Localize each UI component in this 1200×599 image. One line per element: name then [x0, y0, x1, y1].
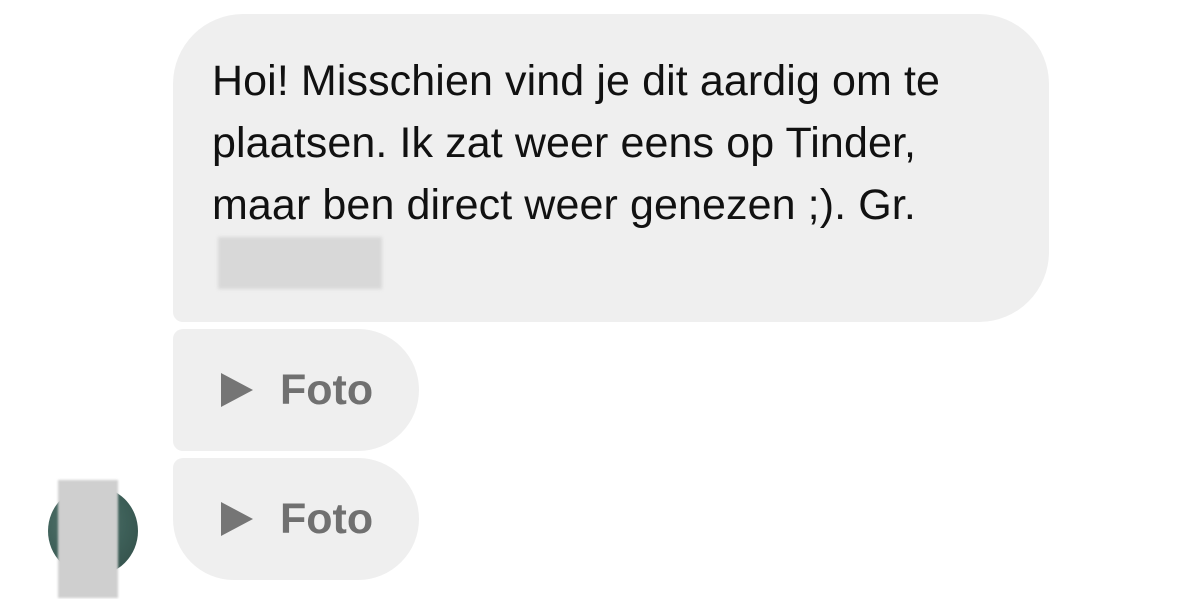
message-thread: Hoi! Misschien vind je dit aardig om te … — [0, 0, 1200, 599]
play-icon — [221, 502, 253, 536]
photo-attachment-button[interactable]: Foto — [173, 458, 419, 580]
message-text-content: Hoi! Misschien vind je dit aardig om te … — [212, 57, 941, 229]
play-icon — [221, 373, 253, 407]
photo-label: Foto — [280, 365, 374, 414]
photo-label: Foto — [280, 494, 374, 543]
photo-attachment-button[interactable]: Foto — [173, 329, 419, 451]
message-text: Hoi! Misschien vind je dit aardig om te … — [212, 50, 1011, 298]
message-bubble[interactable]: Hoi! Misschien vind je dit aardig om te … — [173, 14, 1049, 322]
avatar-redaction — [58, 480, 118, 598]
redacted-sender-name — [218, 237, 382, 289]
